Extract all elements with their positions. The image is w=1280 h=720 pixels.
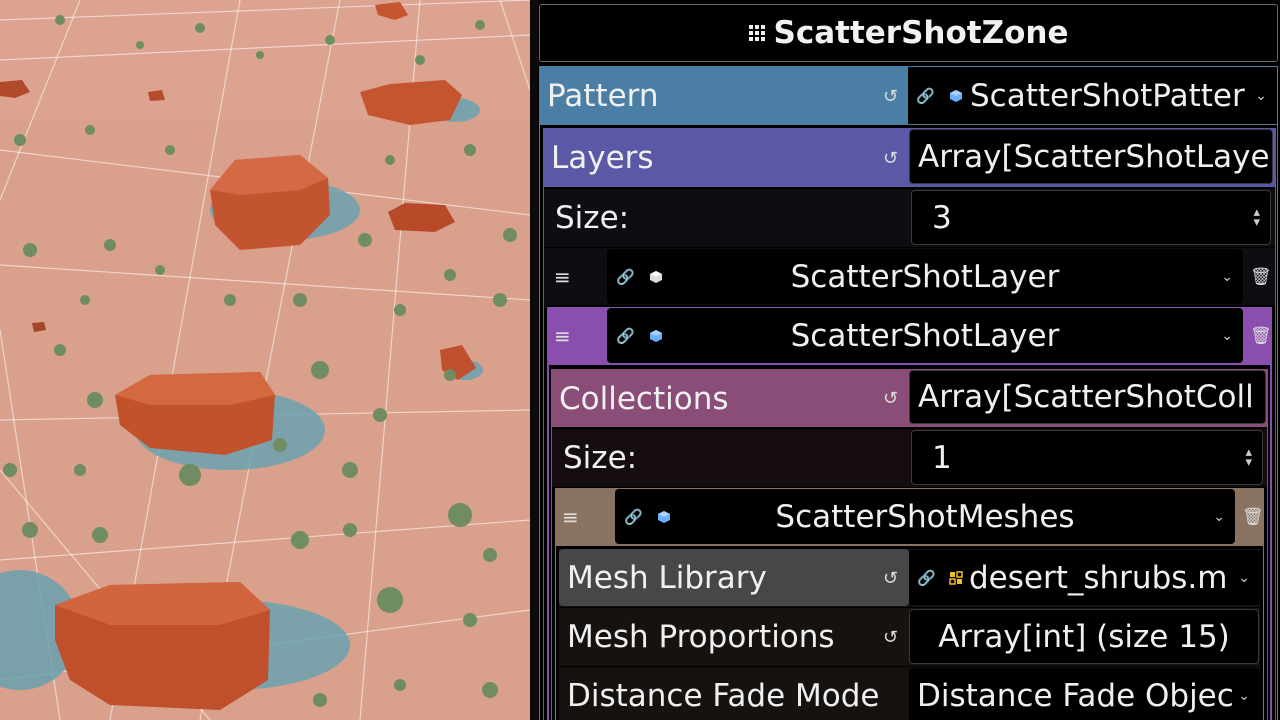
- panel-divider[interactable]: [530, 0, 538, 720]
- property-label: Distance Fade Mode: [567, 678, 880, 714]
- trash-icon[interactable]: 🗑: [1242, 507, 1264, 527]
- link-icon[interactable]: 🔗: [917, 569, 936, 587]
- size-label: Size:: [563, 440, 638, 476]
- cube-icon: [950, 89, 962, 102]
- pattern-resource-picker[interactable]: 🔗 ScatterShotPatter ⌄: [908, 67, 1277, 124]
- mesh-proportions-field[interactable]: Array[int] (size 15): [909, 609, 1259, 664]
- distance-fade-mode-value: Distance Fade Objec: [917, 677, 1234, 714]
- collection-item-label: ScatterShotMeshes: [775, 498, 1075, 535]
- mesh-proportions-value: Array[int] (size 15): [938, 618, 1230, 655]
- revert-icon[interactable]: ↺: [883, 568, 898, 589]
- grid-icon: [748, 24, 766, 42]
- layer-item-label: ScatterShotLayer: [790, 258, 1060, 295]
- property-label: Mesh Proportions: [567, 619, 835, 655]
- revert-icon[interactable]: ↺: [883, 148, 898, 169]
- collections-size-value: 1: [932, 439, 952, 476]
- link-icon[interactable]: 🔗: [916, 87, 935, 105]
- spinner-icon[interactable]: ▴ ▾: [1253, 206, 1260, 229]
- chevron-down-icon[interactable]: ⌄: [1238, 570, 1250, 586]
- inspector-title: ScatterShotZone: [773, 15, 1069, 51]
- size-label: Size:: [555, 200, 630, 236]
- revert-icon[interactable]: ↺: [883, 86, 898, 107]
- spinner-icon[interactable]: ▴ ▾: [1245, 446, 1252, 469]
- property-label: Collections: [559, 380, 729, 417]
- layers-value: Array[ScatterShotLaye: [918, 138, 1270, 175]
- inspector-title-bar: ScatterShotZone: [539, 4, 1278, 62]
- distance-fade-mode-select[interactable]: Distance Fade Objec ⌄: [909, 668, 1260, 720]
- revert-icon[interactable]: ↺: [883, 627, 898, 648]
- layer-resource-picker[interactable]: 🔗 ScatterShotLayer ⌄: [607, 249, 1243, 304]
- drag-handle-icon[interactable]: ≡: [554, 265, 571, 289]
- chevron-down-icon[interactable]: ⌄: [1221, 269, 1233, 285]
- layers-array-field[interactable]: Array[ScatterShotLaye: [909, 129, 1273, 184]
- viewport-3d[interactable]: [0, 0, 530, 720]
- mesh-library-icon: [949, 570, 963, 585]
- pattern-value: ScatterShotPatter: [970, 77, 1245, 114]
- layers-size-value: 3: [932, 199, 952, 236]
- layer-resource-picker[interactable]: 🔗 ScatterShotLayer ⌄: [607, 308, 1243, 363]
- chevron-down-icon[interactable]: ⌄: [1255, 88, 1267, 104]
- chevron-down-icon[interactable]: ⌄: [1221, 328, 1233, 344]
- inspector-panel: ScatterShotZone Pattern ↺ 🔗 ScatterShotP…: [538, 0, 1280, 720]
- collections-size-spinbox[interactable]: 1 ▴ ▾: [911, 430, 1263, 485]
- chevron-down-icon[interactable]: ⌄: [1238, 688, 1250, 704]
- layer-item-label: ScatterShotLayer: [790, 317, 1060, 354]
- mesh-library-value: desert_shrubs.m: [969, 559, 1228, 596]
- desert-scene: [0, 0, 530, 720]
- trash-icon[interactable]: 🗑: [1250, 267, 1272, 287]
- chevron-down-icon[interactable]: ⌄: [1213, 509, 1225, 525]
- drag-handle-icon[interactable]: ≡: [554, 324, 571, 348]
- collections-array-field[interactable]: Array[ScatterShotColl: [909, 370, 1266, 424]
- revert-icon[interactable]: ↺: [883, 388, 898, 409]
- mesh-library-picker[interactable]: 🔗 desert_shrubs.m ⌄: [909, 550, 1260, 605]
- property-label: Mesh Library: [567, 560, 767, 596]
- trash-icon[interactable]: 🗑: [1250, 326, 1272, 346]
- property-label: Pattern: [547, 78, 659, 114]
- layers-size-spinbox[interactable]: 3 ▴ ▾: [911, 190, 1271, 245]
- property-label: Layers: [551, 140, 654, 176]
- collections-value: Array[ScatterShotColl: [918, 379, 1254, 415]
- drag-handle-icon[interactable]: ≡: [562, 505, 579, 529]
- collection-resource-picker[interactable]: 🔗 ScatterShotMeshes ⌄: [615, 489, 1235, 544]
